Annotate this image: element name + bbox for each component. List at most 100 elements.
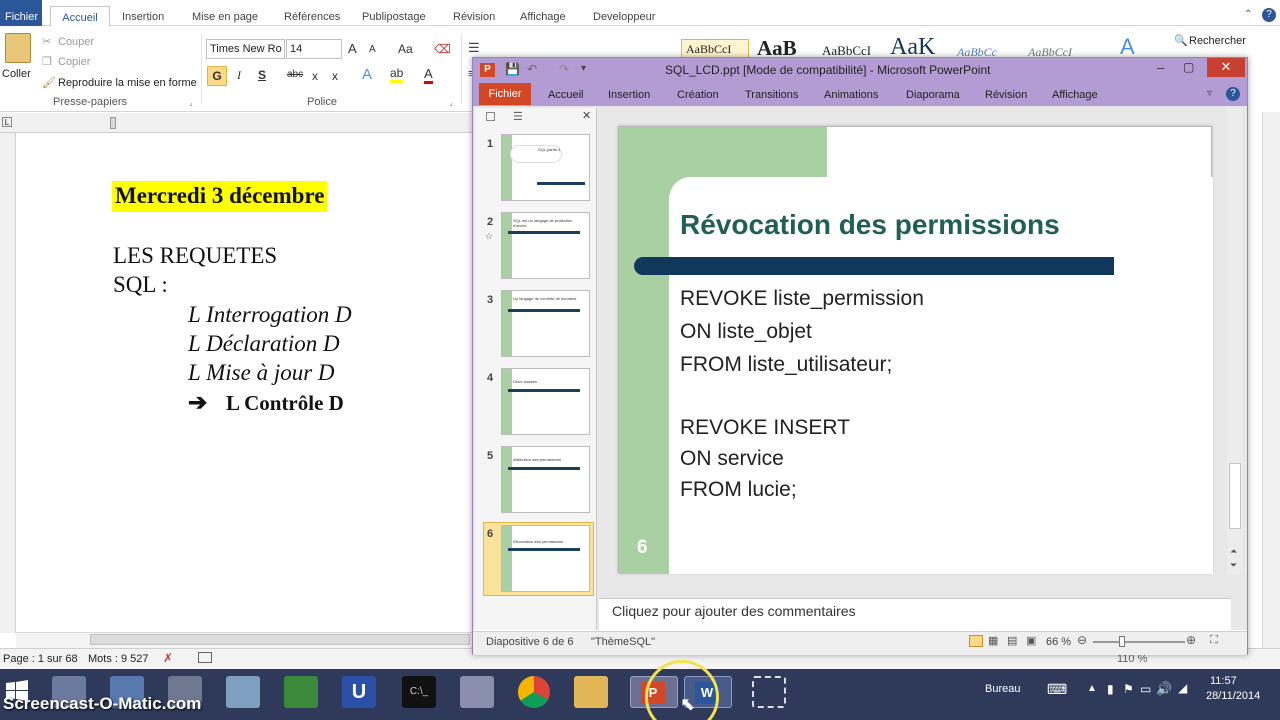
volume-icon[interactable]: 🔊 [1156, 681, 1172, 697]
zoom-in-icon[interactable]: ⊕ [1186, 633, 1196, 647]
zoom-out-icon[interactable]: ⊖ [1077, 633, 1087, 647]
clear-format-icon[interactable]: ⌫ [434, 42, 451, 56]
reading-view-icon[interactable]: ▤ [1007, 634, 1017, 647]
highlight-icon[interactable]: ab [390, 66, 404, 83]
clipboard-launcher-icon[interactable]: ⌟ [189, 98, 193, 107]
word-tab-developpeur[interactable]: Developpeur [593, 11, 655, 23]
previous-slide-icon[interactable]: ⏶ [1230, 546, 1237, 557]
notes-placeholder[interactable]: Cliquez pour ajouter des commentaires [612, 603, 856, 619]
word-tab-insertion[interactable]: Insertion [122, 11, 164, 23]
ppt-tab-creation[interactable]: Création [677, 89, 719, 101]
next-slide-icon[interactable]: ⏷ [1230, 560, 1237, 571]
taskbar-terminal-icon[interactable]: C:\_ [402, 676, 436, 708]
strike-button[interactable]: abc [287, 69, 303, 80]
slide-thumb-3[interactable]: Un langage de contrôle de données [501, 290, 590, 357]
close-panel-icon[interactable]: ✕ [582, 109, 591, 122]
flag-icon[interactable]: ⚑ [1123, 682, 1134, 696]
ppt-help-icon[interactable]: ? [1226, 87, 1240, 101]
grow-font-button[interactable]: A [348, 41, 357, 56]
find-button[interactable]: Rechercher [1189, 35, 1246, 47]
cut-button[interactable]: Couper [58, 36, 94, 48]
show-hidden-icons[interactable]: ▲ [1087, 683, 1097, 694]
taskbar-app-icon[interactable] [284, 676, 318, 708]
indent-marker[interactable] [110, 117, 116, 129]
ppt-ribbon-expand-icon[interactable]: ▿ [1207, 88, 1212, 99]
slideshow-icon[interactable]: ▣ [1026, 634, 1036, 647]
ppt-tab-transitions[interactable]: Transitions [745, 89, 798, 101]
shrink-font-button[interactable]: A [369, 44, 376, 55]
ppt-zoom-level[interactable]: 66 % [1046, 636, 1071, 648]
outline-tab-icon[interactable] [486, 112, 495, 121]
tray-app-icon[interactable]: ▮ [1107, 682, 1114, 696]
battery-icon[interactable]: ▭ [1140, 682, 1151, 696]
redo-icon[interactable]: ↷ [559, 62, 569, 76]
page-count-status[interactable]: Page : 1 sur 68 [3, 653, 78, 665]
change-case-button[interactable]: Aa [398, 42, 413, 56]
clock-date[interactable]: 28/11/2014 [1206, 690, 1260, 702]
copy-button[interactable]: Copier [58, 56, 90, 68]
slide-line-4[interactable]: REVOKE INSERT [680, 416, 850, 440]
keyboard-icon[interactable]: ⌨ [1047, 681, 1067, 698]
horizontal-ruler[interactable] [0, 113, 472, 133]
clock-time[interactable]: 11:57 [1210, 675, 1237, 687]
slide-position-status[interactable]: Diapositive 6 de 6 [486, 636, 573, 648]
italic-button[interactable]: I [237, 68, 241, 83]
macro-icon[interactable] [198, 652, 212, 663]
zoom-slider-thumb[interactable] [1119, 636, 1125, 647]
taskbar-u-icon[interactable]: U [342, 676, 376, 708]
word-tab-publipostage[interactable]: Publipostage [362, 11, 426, 23]
zoom-slider[interactable] [1093, 641, 1185, 643]
word-tab-revision[interactable]: Révision [453, 11, 495, 23]
subscript-button[interactable]: x [312, 69, 318, 83]
taskbar-screencast-icon[interactable] [752, 676, 786, 708]
paste-icon[interactable] [5, 33, 31, 63]
ppt-tab-revision[interactable]: Révision [985, 89, 1027, 101]
slide-thumb-5[interactable]: Attribution des permissions [501, 446, 590, 513]
fit-window-icon[interactable]: ⛶ [1210, 634, 1218, 647]
slide-sorter-icon[interactable]: ▦ [988, 634, 998, 647]
slide-thumb-2[interactable]: SQL est un langage de protection d'accès [501, 212, 590, 279]
vertical-ruler[interactable] [0, 133, 16, 633]
text-effects-icon[interactable]: A [362, 66, 372, 83]
undo-icon[interactable]: ↶ [527, 62, 537, 76]
theme-status[interactable]: "ThèmeSQL" [591, 636, 655, 648]
word-vertical-scrollbar[interactable] [1262, 112, 1280, 648]
ribbon-collapse-icon[interactable]: ⌃ [1244, 9, 1252, 20]
ppt-tab-accueil[interactable]: Accueil [548, 89, 583, 101]
word-tab-mise-en-page[interactable]: Mise en page [192, 11, 258, 23]
customize-qat-icon[interactable]: ▾ [581, 63, 586, 74]
taskbar-explorer-icon[interactable] [574, 676, 608, 708]
word-tab-references[interactable]: Références [284, 11, 340, 23]
font-size-input[interactable]: 14 [286, 39, 342, 59]
main-slide[interactable]: Révocation des permissions REVOKE liste_… [618, 126, 1213, 574]
underline-button[interactable]: S [258, 68, 266, 82]
ppt-tab-fichier[interactable]: Fichier [479, 83, 531, 105]
proofing-icon[interactable]: ✗ [163, 651, 173, 665]
taskbar-app-icon[interactable] [226, 676, 260, 708]
ppt-tab-insertion[interactable]: Insertion [608, 89, 650, 101]
normal-view-icon[interactable] [969, 635, 983, 647]
taskbar-chrome-icon[interactable] [518, 676, 550, 708]
slides-tab-icon[interactable]: ☰ [513, 110, 523, 123]
slide-thumb-4[interactable]: Deux clauses [501, 368, 590, 435]
superscript-button[interactable]: x [332, 69, 338, 83]
taskbar-bureau-label[interactable]: Bureau [985, 683, 1020, 695]
minimize-icon[interactable]: ‒ [1157, 60, 1164, 75]
word-tab-accueil[interactable]: Accueil [50, 6, 110, 27]
slide-line-5[interactable]: ON service [680, 447, 784, 471]
bullets-icon[interactable]: ☰ [468, 40, 480, 56]
maximize-icon[interactable]: ▢ [1183, 60, 1194, 74]
save-icon[interactable]: 💾 [505, 62, 520, 76]
word-tab-fichier[interactable]: Fichier [0, 0, 42, 26]
ppt-tab-diaporama[interactable]: Diaporama [906, 89, 960, 101]
word-count-status[interactable]: Mots : 9 527 [88, 653, 149, 665]
ppt-tab-animations[interactable]: Animations [824, 89, 878, 101]
slide-title[interactable]: Révocation des permissions [680, 209, 1060, 241]
slide-line-6[interactable]: FROM lucie; [680, 478, 797, 502]
slide-line-3[interactable]: FROM liste_utilisateur; [680, 353, 892, 377]
slide-thumb-6[interactable]: Révocation des permissions [501, 525, 590, 592]
network-icon[interactable]: ◢ [1178, 681, 1187, 695]
word-tab-affichage[interactable]: Affichage [520, 11, 566, 23]
tab-selector-icon[interactable]: L [2, 117, 12, 127]
font-color-icon[interactable]: A [424, 66, 433, 84]
